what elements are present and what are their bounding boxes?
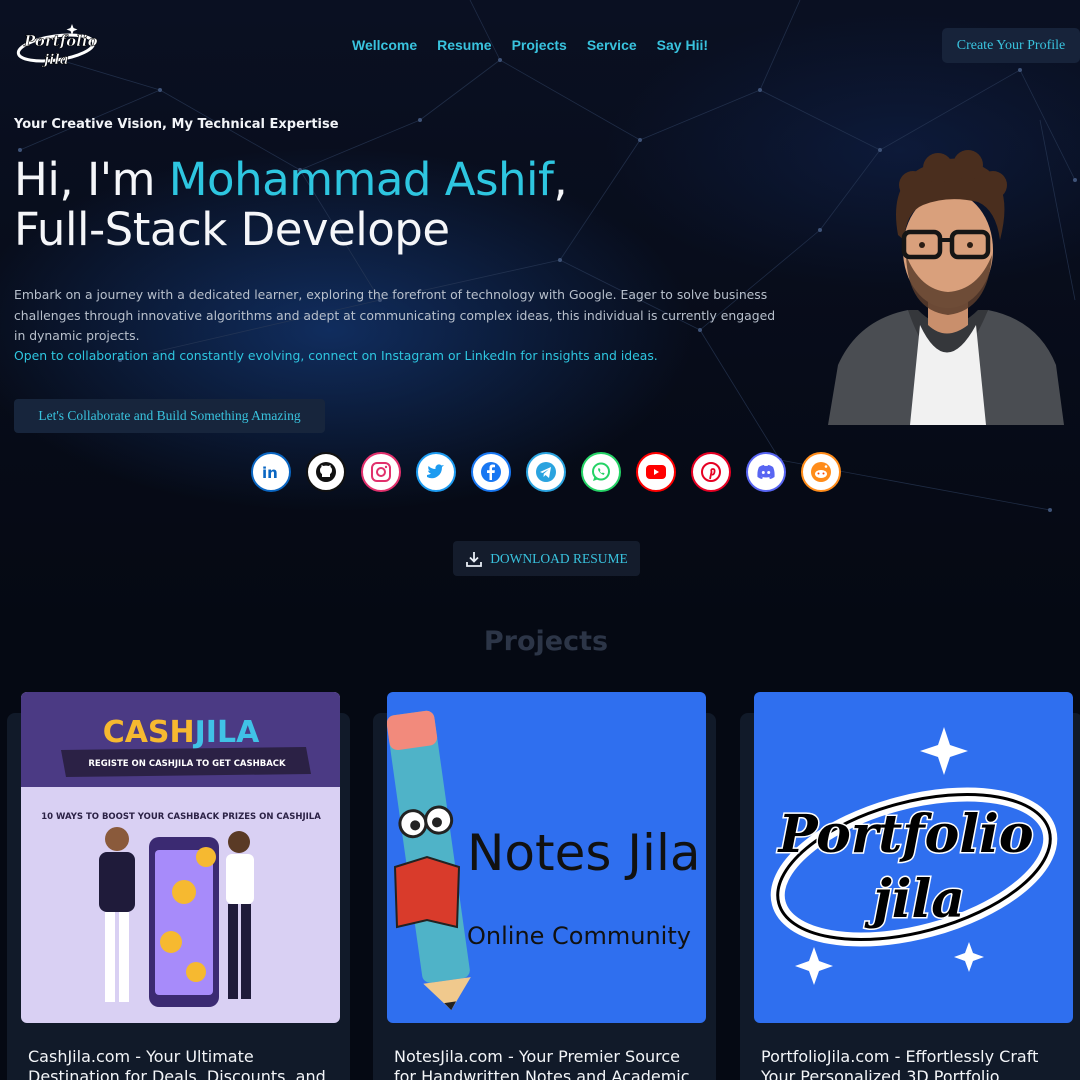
portfolio-jila-logo[interactable]: Portfolio jila: [14, 22, 98, 72]
hero-description: Embark on a journey with a dedicated lea…: [14, 287, 776, 343]
social-links: in: [251, 452, 841, 492]
portfoliojila-brand-top: Portfolio: [776, 804, 1033, 865]
github-icon[interactable]: [306, 452, 346, 492]
whatsapp-icon[interactable]: [581, 452, 621, 492]
facebook-icon[interactable]: [471, 452, 511, 492]
hero-comma: ,: [553, 153, 568, 206]
project-title-portfoliojila[interactable]: PortfolioJila.com - Effortlessly Craft Y…: [761, 1047, 1061, 1080]
hero-heading: Hi, I'm Mohammad Ashif, Full-Stack Devel…: [14, 153, 568, 256]
project-title-notesjila[interactable]: NotesJila.com - Your Premier Source for …: [394, 1047, 694, 1080]
hero-name: Mohammad Ashif: [168, 153, 554, 206]
main-nav: Wellcome Resume Projects Service Say Hii…: [352, 37, 708, 53]
portfoliojila-project-image[interactable]: Portfolio jila: [754, 692, 1073, 1023]
notesjila-subtitle: Online Community: [467, 922, 691, 950]
hero-greeting: Hi, I'm: [14, 153, 169, 206]
nav-resume[interactable]: Resume: [437, 37, 491, 53]
hero-description-highlight: Open to collaboration and constantly evo…: [14, 348, 658, 363]
nav-say-hii[interactable]: Say Hii!: [657, 37, 708, 53]
portfoliojila-brand-bottom: jila: [864, 869, 965, 930]
download-resume-label: DOWNLOAD RESUME: [490, 550, 628, 566]
collaborate-button[interactable]: Let's Collaborate and Build Something Am…: [14, 399, 325, 433]
pinterest-icon[interactable]: [691, 452, 731, 492]
youtube-icon[interactable]: [636, 452, 676, 492]
svg-text:jila: jila: [41, 52, 69, 68]
nav-service[interactable]: Service: [587, 37, 637, 53]
download-icon: [466, 551, 483, 567]
create-profile-button[interactable]: Create Your Profile: [942, 28, 1080, 63]
profile-portrait: [828, 150, 1064, 425]
projects-title: Projects: [483, 626, 609, 657]
svg-text:in: in: [262, 464, 278, 482]
nav-wellcome[interactable]: Wellcome: [352, 37, 417, 53]
project-title-cashjila[interactable]: CashJila.com - Your Ultimate Destination…: [28, 1047, 328, 1080]
cashjila-banner: REGISTE ON CASHJILA TO GET CASHBACK: [88, 759, 286, 769]
reddit-icon[interactable]: [801, 452, 841, 492]
cashjila-headline: 10 WAYS TO BOOST YOUR CASHBACK PRIZES ON…: [41, 812, 321, 822]
instagram-icon[interactable]: [361, 452, 401, 492]
hero-role: Full-Stack Develope: [14, 203, 450, 256]
linkedin-icon[interactable]: in: [251, 452, 291, 492]
notesjila-project-image[interactable]: Notes Jila Online Community: [387, 692, 706, 1023]
cashjila-project-image[interactable]: CASHJILA REGISTE ON CASHJILA TO GET CASH…: [21, 692, 340, 1023]
nav-projects[interactable]: Projects: [512, 37, 567, 53]
discord-icon[interactable]: [746, 452, 786, 492]
hero-tagline: Your Creative Vision, My Technical Exper…: [14, 117, 339, 132]
notesjila-brand: Notes Jila: [467, 824, 700, 882]
twitter-icon[interactable]: [416, 452, 456, 492]
cashjila-brand: CASHJILA: [103, 715, 260, 750]
download-resume-button[interactable]: DOWNLOAD RESUME: [453, 541, 640, 576]
telegram-icon[interactable]: [526, 452, 566, 492]
svg-text:Portfolio: Portfolio: [23, 32, 98, 50]
